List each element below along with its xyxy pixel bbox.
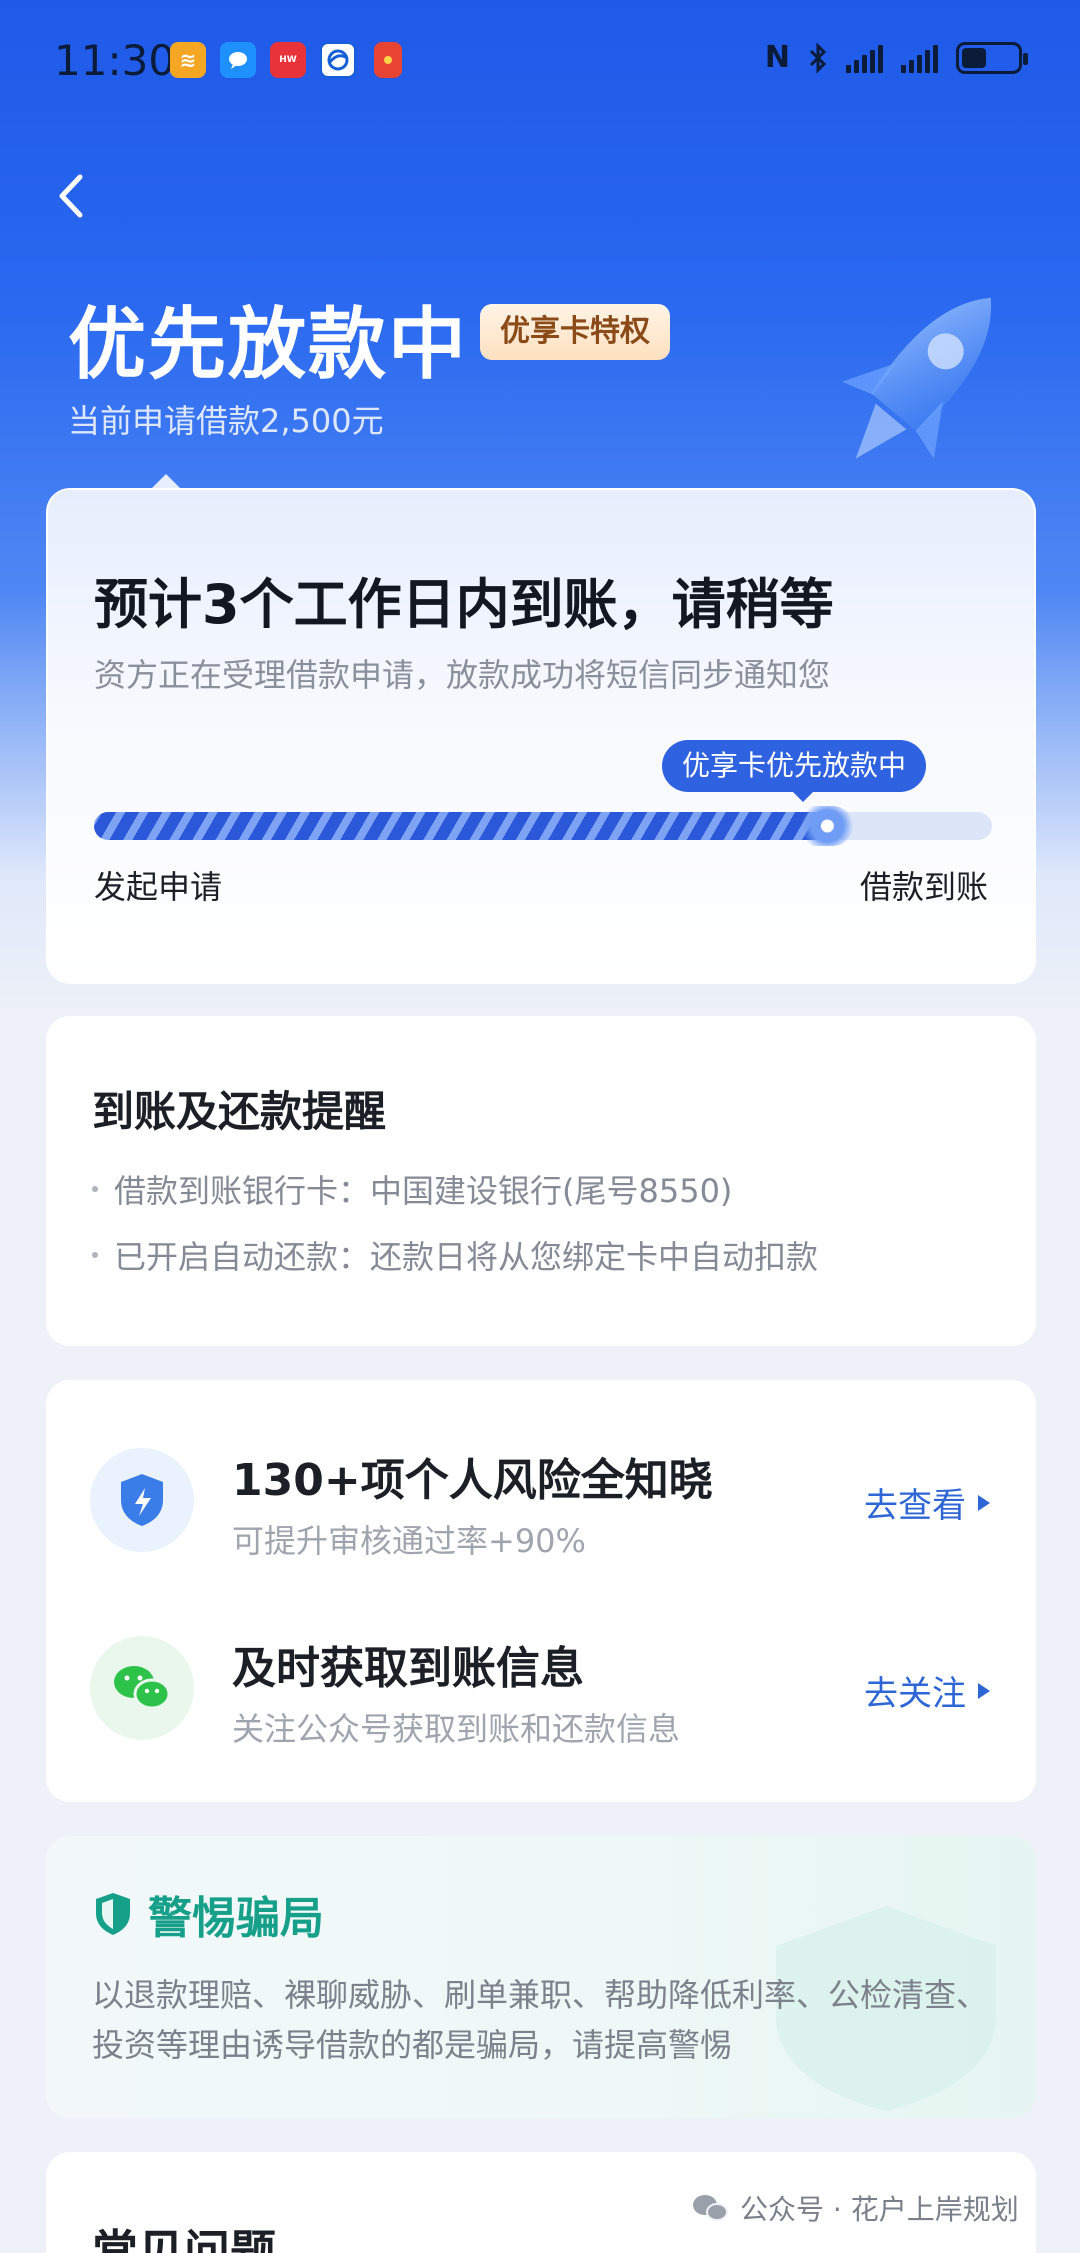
arrival-estimate-headline: 预计3个工作日内到账，请稍等 xyxy=(94,573,834,636)
reminder-title: 到账及还款提醒 xyxy=(92,1087,387,1136)
reminder-item-text: 借款到账银行卡：中国建设银行(尾号8550) xyxy=(114,1172,733,1210)
bluetooth-icon xyxy=(809,41,827,74)
view-risk-link[interactable]: 去查看 xyxy=(864,1478,990,1527)
nfc-icon: N xyxy=(764,40,790,75)
status-time: 11:30 xyxy=(54,36,176,85)
follow-account-row[interactable]: 及时获取到账信息 关注公众号获取到账和还款信息 去关注 xyxy=(46,1618,1036,1758)
fraud-warning-card: 警惕骗局 以退款理赔、裸聊威胁、刷单兼职、帮助降低利率、公检清查、投资等理由诱导… xyxy=(46,1836,1036,2118)
follow-link[interactable]: 去关注 xyxy=(864,1666,990,1715)
page-title: 优先放款中 xyxy=(68,300,469,390)
progress-rocket-icon xyxy=(789,806,853,846)
reminder-item-text: 已开启自动还款：还款日将从您绑定卡中自动扣款 xyxy=(114,1238,819,1276)
huawei-icon: HW xyxy=(270,42,306,78)
system-status-icons: N xyxy=(764,40,1028,75)
browser-icon xyxy=(320,42,356,78)
app-orange-icon: ≋ xyxy=(170,42,206,78)
arrow-right-icon xyxy=(978,1682,990,1699)
progress-bar xyxy=(94,806,992,846)
shield-lightning-icon xyxy=(90,1448,194,1552)
view-risk-link-label: 去查看 xyxy=(864,1486,966,1526)
privilege-badge: 优享卡特权 xyxy=(480,304,670,360)
message-icon xyxy=(220,42,256,78)
faq-title: 常见问题 xyxy=(92,2225,276,2253)
reminder-item: 已开启自动还款：还款日将从您绑定卡中自动扣款 xyxy=(92,1232,818,1278)
battery-icon xyxy=(956,41,1028,74)
chevron-left-icon xyxy=(59,174,83,218)
progress-start-label: 发起申请 xyxy=(94,868,223,906)
status-bar: 11:30 ≋ HW N xyxy=(0,0,1080,118)
back-button[interactable] xyxy=(40,166,100,226)
bullet-dot xyxy=(92,1186,98,1192)
progress-end-label: 借款到账 xyxy=(859,868,988,906)
signal-icon-1 xyxy=(846,43,883,73)
service-subtitle: 关注公众号获取到账和还款信息 xyxy=(232,1710,681,1748)
reminder-card: 到账及还款提醒 借款到账银行卡：中国建设银行(尾号8550) 已开启自动还款：还… xyxy=(46,1016,1036,1346)
reminder-item: 借款到账银行卡：中国建设银行(尾号8550) xyxy=(92,1166,732,1212)
signal-icon-2 xyxy=(901,43,938,73)
warning-title-row: 警惕骗局 xyxy=(92,1882,324,1946)
services-card: 130+项个人风险全知晓 可提升审核通过率+90% 去查看 及时获取到账信息 关… xyxy=(46,1380,1036,1802)
loan-amount-subtitle: 当前申请借款2,500元 xyxy=(68,402,384,440)
wechat-watermark-icon xyxy=(693,2195,728,2221)
warning-title: 警惕骗局 xyxy=(148,1893,324,1944)
arrow-right-icon xyxy=(978,1494,990,1511)
risk-report-row[interactable]: 130+项个人风险全知晓 可提升审核通过率+90% 去查看 xyxy=(46,1430,1036,1570)
service-title: 及时获取到账信息 xyxy=(232,1643,584,1694)
service-subtitle: 可提升审核通过率+90% xyxy=(232,1522,586,1560)
notification-icons: ≋ HW xyxy=(170,42,402,78)
follow-link-label: 去关注 xyxy=(864,1674,966,1714)
loan-status-card: 预计3个工作日内到账，请稍等 资方正在受理借款申请，放款成功将短信同步通知您 优… xyxy=(46,488,1036,984)
wechat-icon xyxy=(90,1636,194,1740)
account-watermark-text: 公众号 · 花户上岸规划 xyxy=(740,2193,1019,2226)
red-packet-icon xyxy=(374,42,402,78)
account-watermark: 公众号 · 花户上岸规划 xyxy=(690,2188,1019,2228)
shield-check-icon xyxy=(96,1893,130,1935)
progress-fill xyxy=(94,812,839,840)
bullet-dot xyxy=(92,1252,98,1258)
service-title: 130+项个人风险全知晓 xyxy=(232,1455,713,1506)
warning-body: 以退款理赔、裸聊威胁、刷单兼职、帮助降低利率、公检清查、投资等理由诱导借款的都是… xyxy=(92,1976,989,2064)
rocket-illustration xyxy=(841,297,992,459)
arrival-estimate-description: 资方正在受理借款申请，放款成功将短信同步通知您 xyxy=(94,656,831,694)
progress-tooltip: 优享卡优先放款中 xyxy=(662,740,927,802)
